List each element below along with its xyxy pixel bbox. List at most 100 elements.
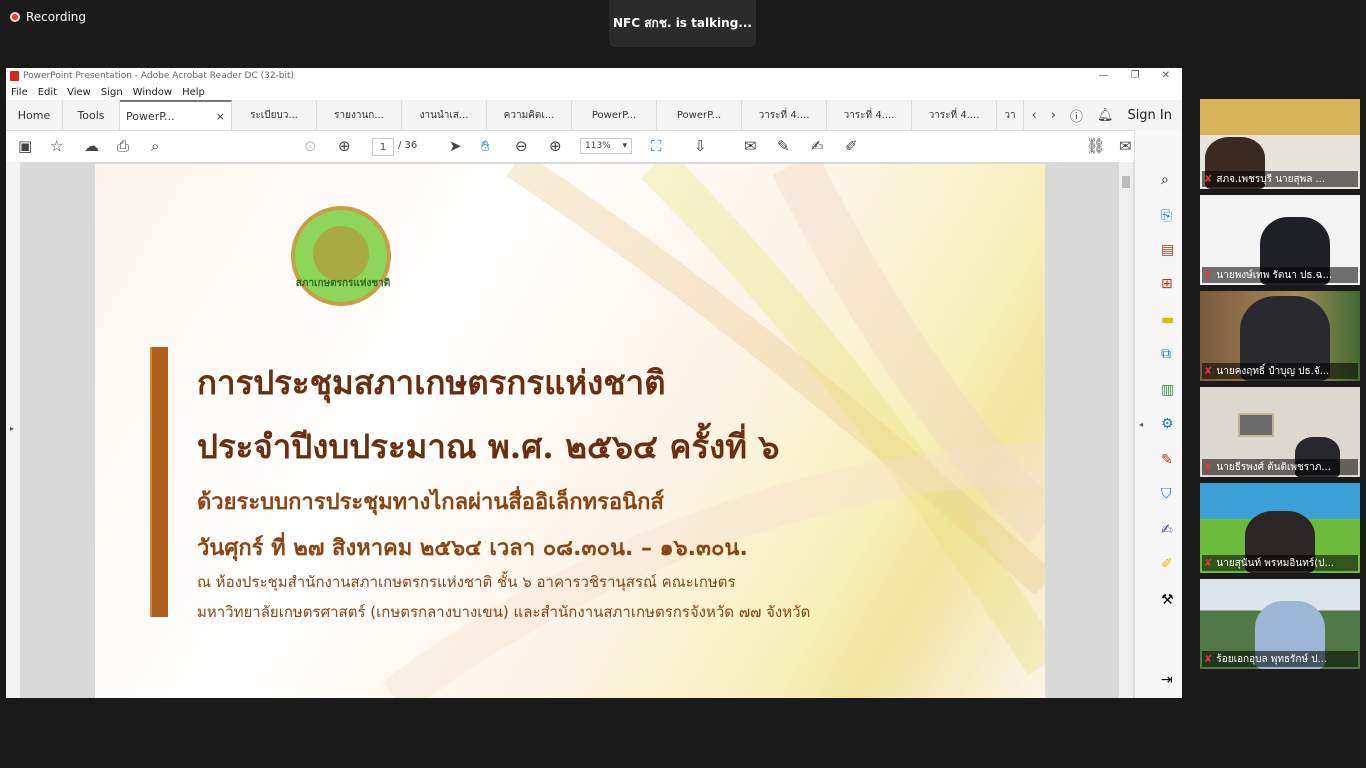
page-number-input[interactable]: 1: [372, 138, 394, 156]
tab-document[interactable]: วาระที่ 4....: [827, 100, 912, 130]
fill-sign-icon[interactable]: ✐: [845, 137, 858, 155]
search-icon[interactable]: ⌕: [151, 137, 159, 155]
save-icon[interactable]: ▣: [18, 137, 32, 155]
comment-icon[interactable]: ✉: [744, 137, 757, 155]
menu-help[interactable]: Help: [182, 87, 205, 98]
highlight-pen-icon[interactable]: ✎: [777, 137, 790, 155]
tab-document[interactable]: PowerP...: [572, 100, 657, 130]
sign-in-button[interactable]: Sign In: [1127, 108, 1172, 123]
document-area[interactable]: ▸ สภาเกษตรกรแห่งชาติ การประชุมสภาเกษตรกร…: [6, 130, 1182, 698]
scrolling-mode-icon[interactable]: ⇩: [694, 137, 707, 155]
participant-name: ร้อยเอกอุบล พุทธรักษ์ ป...: [1216, 653, 1328, 665]
zoom-out-icon[interactable]: ⊖: [515, 137, 528, 155]
participant-tile[interactable]: ✘ นายธีรพงศ์ ต้นติเพชราภ...: [1200, 387, 1360, 477]
title-bar: PowerPoint Presentation - Adobe Acrobat …: [6, 68, 1182, 84]
help-icon[interactable]: ⓘ: [1070, 106, 1083, 125]
email-icon[interactable]: ✉: [1119, 137, 1132, 155]
participant-tile[interactable]: ✘ นายพงษ์เทพ รัตนา ปธ.ฉ...: [1200, 195, 1360, 285]
notification-bell-icon[interactable]: 🔔︎: [1097, 108, 1114, 123]
recording-label: Recording: [26, 10, 87, 24]
zoom-level-value: 113%: [585, 141, 611, 151]
muted-mic-icon: ✘: [1204, 269, 1213, 281]
participant-tile[interactable]: ✘ ร้อยเอกอุบล พุทธรักษ์ ป...: [1200, 579, 1360, 669]
pdf-app-icon: [10, 71, 19, 81]
upload-cloud-icon[interactable]: ☁: [84, 137, 99, 155]
menu-file[interactable]: File: [11, 87, 28, 98]
tab-active-label: PowerP...: [126, 109, 175, 123]
tab-home[interactable]: Home: [6, 100, 63, 130]
scan-ocr-icon[interactable]: ⚙: [1161, 416, 1174, 432]
minimize-icon[interactable]: —: [1099, 70, 1109, 81]
share-link-icon[interactable]: ⛓: [1086, 137, 1105, 155]
select-cursor-icon[interactable]: ➤: [449, 137, 462, 155]
previous-page-icon[interactable]: ⊙: [304, 137, 317, 155]
tab-document[interactable]: วา: [997, 100, 1024, 130]
slide-title-line1: การประชุมสภาเกษตรกรแห่งชาติ: [197, 363, 666, 402]
zoom-search-icon[interactable]: ⌕: [1161, 172, 1169, 188]
accent-bar: [150, 347, 168, 617]
participant-tile[interactable]: ✘ นายคงฤทธิ์ ปำบุญ ปธ.จั...: [1200, 291, 1360, 381]
tab-bar: Home Tools PowerP... × ระเบียบว... รายงา…: [6, 100, 1182, 131]
tab-scroll-left-icon[interactable]: ‹: [1032, 108, 1037, 123]
fit-page-icon[interactable]: ⛶: [651, 137, 662, 155]
menu-view[interactable]: View: [67, 87, 91, 98]
more-tools-wrench-icon[interactable]: ⚒: [1161, 592, 1174, 608]
compress-pdf-icon[interactable]: ▥: [1161, 382, 1174, 398]
record-icon: [10, 12, 20, 22]
edit-pdf-icon[interactable]: ✎: [1161, 452, 1173, 468]
combine-files-icon[interactable]: ⧉: [1161, 346, 1171, 362]
collapse-right-icon[interactable]: ◂: [1139, 420, 1143, 429]
participant-name: นายพงษ์เทพ รัตนา ปธ.ฉ...: [1216, 269, 1333, 281]
participant-name: สภจ.เพชรบุรี นายสุพล ...: [1216, 173, 1326, 185]
organize-pages-icon[interactable]: ▤: [1161, 242, 1174, 258]
tab-active-document[interactable]: PowerP... ×: [120, 100, 232, 130]
tab-close-icon[interactable]: ×: [216, 110, 225, 123]
restore-icon[interactable]: ❐: [1131, 70, 1140, 81]
vertical-scrollbar[interactable]: [1119, 162, 1133, 698]
tab-document[interactable]: ความคิดเ...: [487, 100, 572, 130]
tab-document[interactable]: งานนำเส...: [402, 100, 487, 130]
logo-text: สภาเกษตรกรแห่งชาติ: [295, 278, 391, 289]
tab-document[interactable]: วาระที่ 4....: [912, 100, 997, 130]
toolbar: ▣ ☆ ☁ ⎙ ⌕ ⊙ ⊕ 1 / 36 ➤ ✋︎ ⊖ ⊕ 113% ▾ ⛶ ⇩…: [6, 131, 1182, 164]
fill-sign-panel-icon[interactable]: ✍: [1161, 522, 1173, 538]
collapse-panel-icon[interactable]: ⇥: [1161, 672, 1173, 688]
close-icon[interactable]: ✕: [1162, 70, 1170, 81]
hand-tool-icon[interactable]: ✋︎: [481, 137, 490, 155]
tab-document[interactable]: ระเบียบว...: [232, 100, 317, 130]
comment-panel-icon[interactable]: ▬: [1161, 312, 1174, 328]
protect-shield-icon[interactable]: ⛉: [1161, 486, 1172, 502]
participant-name: นายคงฤทธิ์ ปำบุญ ปธ.จั...: [1216, 365, 1330, 377]
tab-tools[interactable]: Tools: [63, 100, 120, 130]
participant-tile[interactable]: ✘ สภจ.เพชรบุรี นายสุพล ...: [1200, 99, 1360, 189]
participant-tile[interactable]: ✘ นายสุนันท์ พรหมอินทร์(ป...: [1200, 483, 1360, 573]
participant-name: นายธีรพงศ์ ต้นติเพชราภ...: [1216, 461, 1331, 473]
draw-icon[interactable]: ✍: [811, 137, 824, 155]
muted-mic-icon: ✘: [1204, 653, 1213, 665]
scrollbar-thumb[interactable]: [1122, 176, 1130, 188]
slide-venue-line2: มหาวิทยาลัยเกษตรศาสตร์ (เกษตรกลางบางเขน)…: [197, 603, 811, 621]
zoom-level-select[interactable]: 113% ▾: [580, 138, 632, 154]
page-total: / 36: [398, 140, 418, 151]
menu-bar: File Edit View Sign Window Help: [6, 84, 1182, 100]
tab-document[interactable]: PowerP...: [657, 100, 742, 130]
menu-window[interactable]: Window: [133, 87, 172, 98]
left-panel-toggle[interactable]: ▸: [6, 162, 20, 698]
slide-title-line2: ประจำปีงบประมาณ พ.ศ. ๒๕๖๔ ครั้งที่ ๖: [197, 427, 780, 466]
tab-document[interactable]: รายงานก...: [317, 100, 402, 130]
muted-mic-icon: ✘: [1204, 461, 1213, 473]
export-pdf-icon[interactable]: ⎘: [1161, 208, 1172, 224]
menu-edit[interactable]: Edit: [38, 87, 57, 98]
bookmark-star-icon[interactable]: ☆: [50, 137, 63, 155]
print-icon[interactable]: ⎙: [117, 137, 129, 155]
acrobat-window: PowerPoint Presentation - Adobe Acrobat …: [6, 68, 1182, 698]
tab-document[interactable]: วาระที่ 4....: [742, 100, 827, 130]
menu-sign[interactable]: Sign: [101, 87, 123, 98]
national-farmers-council-logo: [291, 206, 391, 306]
expand-left-icon[interactable]: ▸: [10, 424, 14, 433]
tab-scroll-right-icon[interactable]: ›: [1051, 108, 1056, 123]
create-pdf-icon[interactable]: ⊞: [1161, 276, 1173, 292]
request-signature-icon[interactable]: ✐: [1161, 556, 1173, 572]
zoom-in-icon[interactable]: ⊕: [549, 137, 562, 155]
next-page-icon[interactable]: ⊕: [338, 137, 351, 155]
